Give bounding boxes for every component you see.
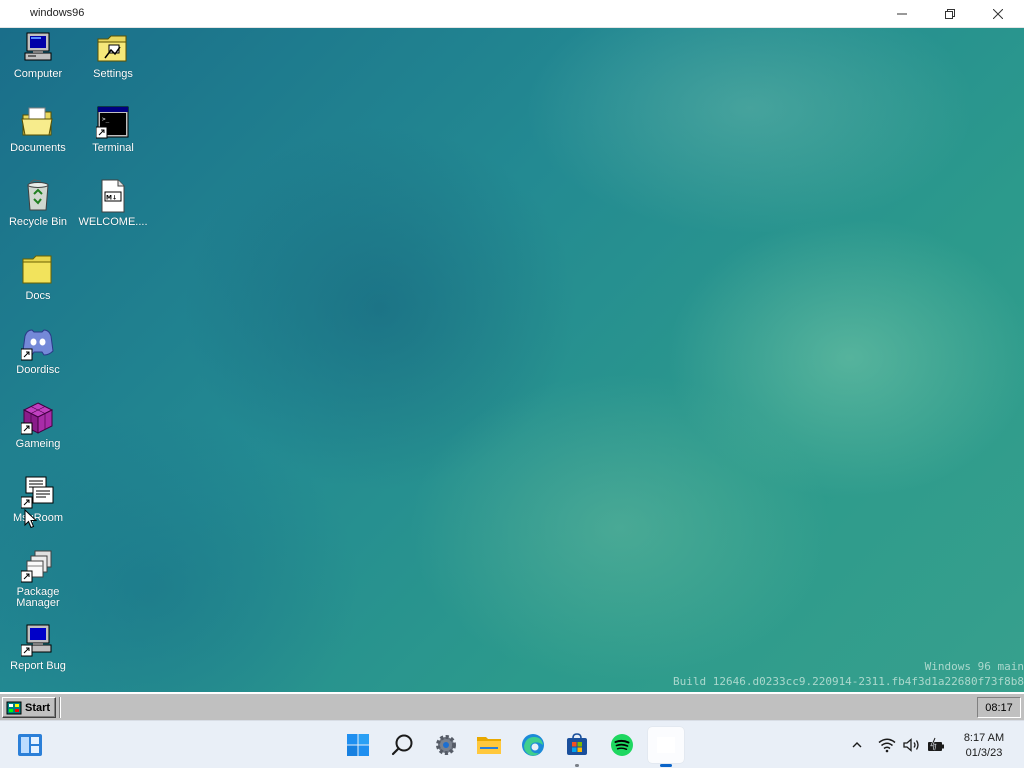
wifi-icon — [878, 738, 896, 753]
active-window-button[interactable] — [648, 727, 684, 767]
msgroom-icon — [21, 476, 54, 509]
window-titlebar: windows96 — [0, 0, 1024, 28]
w96-taskbar: Start 08:17 — [0, 692, 1024, 720]
desktop-icon-label: Computer — [13, 68, 63, 80]
windows-start-button[interactable] — [340, 727, 376, 763]
markdown-file-icon: M↓ — [101, 179, 125, 213]
minimize-icon — [897, 13, 907, 15]
build-watermark-line1: Windows 96 main — [924, 660, 1024, 673]
minimize-button[interactable] — [879, 0, 925, 28]
window-title: windows96 — [30, 7, 85, 19]
store-button[interactable] — [559, 727, 595, 767]
chevron-up-icon — [852, 742, 862, 748]
battery-status[interactable] — [926, 721, 946, 768]
file-explorer-icon — [477, 737, 501, 754]
show-hidden-icons-button[interactable] — [850, 721, 864, 768]
desktop-icon-settings[interactable]: Settings — [76, 31, 150, 80]
doordisc-icon — [21, 329, 54, 361]
desktop-icon-label: Doordisc — [16, 364, 60, 376]
desktop-icon-label: Gameing — [15, 438, 61, 450]
cube-icon — [21, 402, 54, 435]
desktop[interactable]: Computer Settings Documents >_ Terminal … — [0, 28, 1024, 692]
desktop-icon-label: WELCOME.... — [78, 216, 148, 228]
desktop-icon-documents[interactable]: Documents — [1, 105, 75, 154]
widgets-button[interactable] — [12, 727, 48, 763]
taskbar-separator — [59, 697, 61, 718]
desktop-icon-welcome[interactable]: M↓ WELCOME.... — [76, 179, 150, 228]
edge-button[interactable] — [515, 727, 551, 763]
report-bug-icon — [21, 624, 52, 657]
system-clock[interactable]: 8:17 AM 01/3/23 — [955, 731, 1013, 761]
windows-start-icon — [347, 734, 369, 756]
desktop-icon-doordisc[interactable]: Doordisc — [1, 327, 75, 376]
desktop-icon-package-manager[interactable]: Package Manager — [1, 549, 75, 609]
build-watermark-line2: Build 12646.d0233cc9.220914-2311.fb4f3d1… — [673, 675, 1024, 688]
search-icon — [391, 734, 413, 756]
desktop-icon-label: Report Bug — [10, 660, 66, 672]
running-indicator — [575, 764, 579, 767]
recycle-bin-icon — [27, 179, 49, 211]
desktop-icon-label: Settings — [93, 68, 133, 80]
start-button[interactable]: Start — [2, 697, 56, 718]
desktop-icon-label: Recycle Bin — [8, 216, 68, 228]
active-window-icon — [657, 737, 675, 753]
desktop-icon-label: MsgRoom — [12, 512, 64, 524]
volume-icon — [903, 738, 919, 752]
desktop-icon-label: Documents — [10, 142, 66, 154]
restore-button[interactable] — [927, 0, 973, 28]
clock-date: 01/3/23 — [965, 747, 1003, 759]
w11-taskbar: 8:17 AM 01/3/23 — [0, 720, 1024, 768]
restore-icon — [945, 9, 955, 19]
store-icon — [567, 733, 587, 755]
mouse-cursor-icon — [24, 509, 38, 529]
start-label: Start — [25, 701, 51, 714]
w96-start-logo-icon — [6, 701, 22, 714]
close-button[interactable] — [975, 0, 1021, 28]
clock-time: 8:17 AM — [963, 732, 1005, 744]
spotify-icon — [611, 734, 633, 756]
desktop-icon-label-line2: Manager — [16, 597, 60, 609]
spotify-button[interactable] — [604, 727, 640, 763]
computer-icon — [24, 32, 52, 61]
volume-control[interactable] — [902, 721, 922, 768]
folder-icon — [22, 255, 52, 284]
active-indicator — [660, 764, 672, 767]
settings-folder-icon — [97, 35, 127, 62]
desktop-icon-label: Docs — [25, 290, 51, 302]
desktop-icon-recycle-bin[interactable]: Recycle Bin — [1, 179, 75, 228]
close-icon — [993, 9, 1003, 19]
desktop-icon-msgroom[interactable]: MsgRoom — [1, 475, 75, 524]
settings-button[interactable] — [428, 727, 464, 763]
svg-text:>_: >_ — [102, 116, 110, 123]
w96-clock: 08:17 — [977, 697, 1021, 718]
search-button[interactable] — [385, 727, 421, 763]
file-explorer-button[interactable] — [471, 727, 507, 763]
desktop-icon-report-bug[interactable]: Report Bug — [1, 623, 75, 672]
desktop-icon-terminal[interactable]: >_ Terminal — [76, 105, 150, 154]
widgets-icon — [18, 734, 42, 756]
desktop-icon-label: Terminal — [92, 142, 134, 154]
wifi-status[interactable] — [878, 721, 896, 768]
desktop-icon-computer[interactable]: Computer — [1, 31, 75, 80]
svg-text:M↓: M↓ — [106, 195, 117, 202]
desktop-icon-docs[interactable]: Docs — [1, 253, 75, 302]
package-manager-icon — [21, 550, 52, 583]
documents-folder-icon — [21, 107, 53, 136]
battery-charging-icon — [928, 737, 944, 751]
edge-icon — [522, 734, 544, 756]
settings-icon — [436, 735, 456, 755]
desktop-icon-gameing[interactable]: Gameing — [1, 401, 75, 450]
terminal-icon: >_ — [96, 106, 129, 139]
